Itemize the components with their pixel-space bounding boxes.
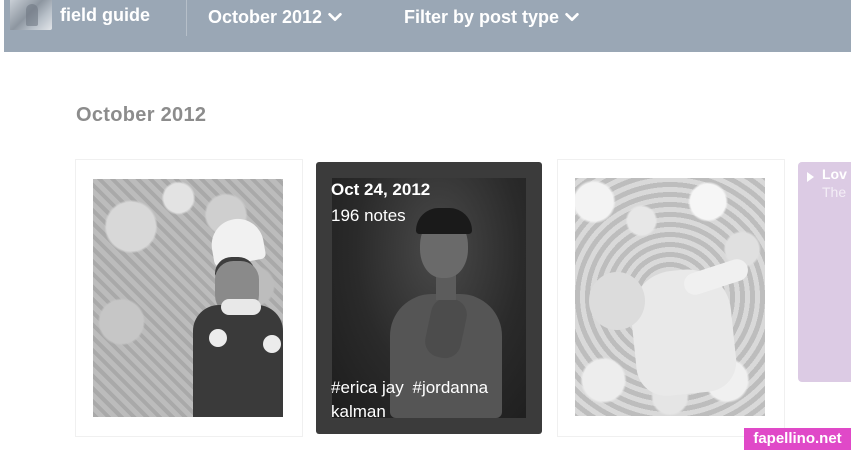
photo-detail bbox=[193, 305, 283, 417]
post-type-filter-dropdown[interactable]: Filter by post type bbox=[404, 6, 581, 28]
month-dropdown-label: October 2012 bbox=[208, 7, 323, 27]
watermark: fapellino.net bbox=[744, 428, 851, 450]
blog-avatar[interactable] bbox=[10, 0, 52, 30]
post-photo[interactable] bbox=[93, 179, 283, 417]
post-notes-count[interactable]: 196 notes bbox=[331, 206, 406, 226]
photo-detail bbox=[263, 335, 281, 353]
chevron-down-icon bbox=[565, 12, 579, 22]
post-date[interactable]: Oct 24, 2012 bbox=[331, 180, 430, 200]
photo-detail bbox=[209, 329, 227, 347]
top-navigation-bar: field guide October 2012 Filter by post … bbox=[4, 0, 851, 52]
post-card[interactable] bbox=[76, 160, 302, 436]
triangle-icon bbox=[807, 172, 814, 182]
month-dropdown[interactable]: October 2012 bbox=[208, 6, 344, 28]
post-photo[interactable] bbox=[575, 178, 765, 416]
post-tags: #erica jay #jordanna kalman bbox=[331, 376, 531, 424]
photo-detail bbox=[589, 272, 645, 330]
text-post-card[interactable]: Lov The bbox=[798, 162, 851, 382]
post-tag[interactable]: #erica jay bbox=[331, 378, 404, 397]
post-card[interactable] bbox=[558, 160, 784, 436]
chevron-down-icon bbox=[328, 12, 342, 22]
post-card-hovered[interactable]: Oct 24, 2012 196 notes #erica jay #jorda… bbox=[316, 162, 542, 434]
photo-detail bbox=[416, 208, 472, 234]
month-heading: October 2012 bbox=[76, 104, 207, 126]
header-divider bbox=[186, 0, 187, 36]
post-type-filter-label: Filter by post type bbox=[404, 7, 560, 27]
text-post-body: The bbox=[822, 184, 847, 200]
photo-detail bbox=[221, 299, 261, 315]
text-post-title: Lov bbox=[822, 166, 847, 182]
blog-title[interactable]: field guide bbox=[60, 4, 150, 26]
